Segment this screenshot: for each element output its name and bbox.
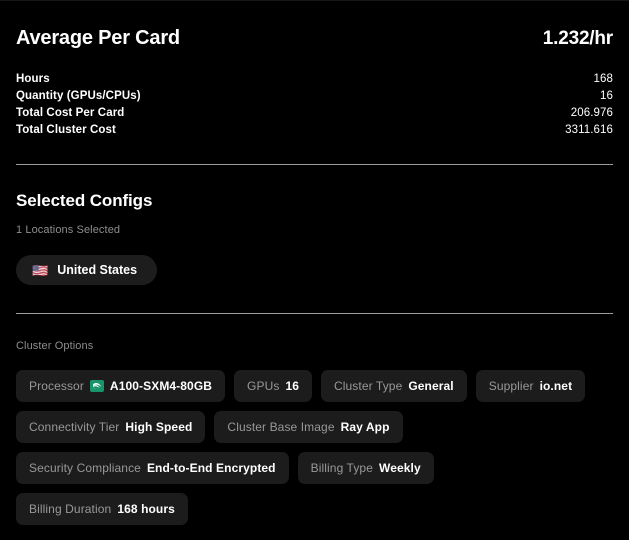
stat-label: Total Cost Per Card (16, 106, 125, 119)
divider (16, 164, 613, 165)
location-chip-united-states[interactable]: 🇺🇸 United States (16, 255, 158, 285)
chip-label: Billing Type (310, 461, 373, 475)
locations-selected-count: 1 Locations Selected (16, 224, 121, 236)
chip-supplier[interactable]: Supplier io.net (475, 370, 586, 402)
chip-label: Cluster Base Image (227, 420, 335, 434)
chip-value: A100-SXM4-80GB (109, 379, 213, 393)
summary-stats-list: Hours 168 Quantity (GPUs/CPUs) 16 Total … (16, 70, 613, 138)
chip-gpus[interactable]: GPUs 16 (234, 370, 312, 402)
page-title: Average Per Card (16, 27, 180, 49)
chip-value: Ray App (340, 420, 390, 434)
stat-label: Total Cluster Cost (16, 123, 116, 136)
chip-label: GPUs (247, 379, 280, 393)
chip-connectivity-tier[interactable]: Connectivity Tier High Speed (16, 411, 206, 443)
chip-processor[interactable]: Processor A100-SXM4-80GB (16, 370, 226, 402)
table-row: Total Cost Per Card 206.976 (16, 104, 613, 121)
chip-label: Billing Duration (29, 502, 112, 516)
cluster-options-label: Cluster Options (16, 340, 94, 352)
chip-value: General (408, 379, 454, 393)
chip-value: 168 hours (117, 502, 175, 516)
chip-value: High Speed (125, 420, 193, 434)
table-row: Total Cluster Cost 3311.616 (16, 121, 613, 138)
chip-label: Security Compliance (29, 461, 141, 475)
chip-value: io.net (539, 379, 573, 393)
chip-cluster-base-image[interactable]: Cluster Base Image Ray App (214, 411, 403, 443)
stat-value: 3311.616 (565, 123, 613, 136)
average-per-card-value: 1.232/hr (542, 28, 613, 49)
stat-value: 206.976 (570, 106, 613, 119)
stat-value: 168 (593, 72, 613, 85)
stat-label: Quantity (GPUs/CPUs) (16, 89, 141, 102)
divider (16, 313, 613, 314)
nvidia-icon (89, 380, 104, 392)
selected-locations-list: 🇺🇸 United States (16, 255, 613, 285)
chip-value: Weekly (378, 461, 421, 475)
flag-us-icon: 🇺🇸 (32, 262, 49, 278)
chip-billing-type[interactable]: Billing Type Weekly (297, 452, 434, 484)
cluster-summary-panel: Average Per Card 1.232/hr Hours 168 Quan… (0, 0, 629, 540)
chip-security-compliance[interactable]: Security Compliance End-to-End Encrypted (16, 452, 289, 484)
chip-label: Processor (29, 379, 84, 393)
stat-value: 16 (600, 89, 613, 102)
chip-value: 16 (285, 379, 299, 393)
selected-configs-title: Selected Configs (16, 191, 153, 210)
chip-label: Connectivity Tier (29, 420, 120, 434)
chip-billing-duration[interactable]: Billing Duration 168 hours (16, 493, 188, 525)
location-chip-label: United States (57, 263, 138, 277)
table-row: Hours 168 (16, 70, 613, 87)
chip-label: Cluster Type (334, 379, 403, 393)
chip-cluster-type[interactable]: Cluster Type General (321, 370, 467, 402)
cluster-options-chip-list: Processor A100-SXM4-80GB GPUs 16 Cluster… (16, 370, 613, 525)
chip-label: Supplier (488, 379, 534, 393)
table-row: Quantity (GPUs/CPUs) 16 (16, 87, 613, 104)
stat-label: Hours (16, 72, 50, 85)
average-per-card-header: Average Per Card 1.232/hr (16, 1, 613, 50)
chip-value: End-to-End Encrypted (146, 461, 276, 475)
